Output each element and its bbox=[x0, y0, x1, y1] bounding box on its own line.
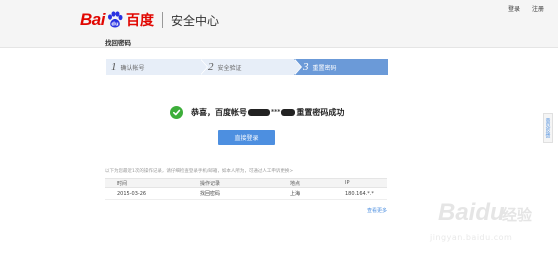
redacted-account-part bbox=[248, 109, 270, 116]
site-title: 安全中心 bbox=[170, 13, 219, 28]
watermark-url: jingyan.baidu.com bbox=[430, 233, 513, 242]
step-security-verify: 2 安全验证 bbox=[200, 59, 302, 75]
register-link[interactable]: 注册 bbox=[532, 4, 544, 13]
baidu-logo[interactable]: Bai du 百度 安全中心 bbox=[80, 10, 219, 30]
paw-icon: du bbox=[106, 11, 124, 29]
step-arrow bbox=[294, 59, 301, 75]
top-links: 登录 注册 bbox=[508, 4, 544, 13]
check-icon bbox=[170, 106, 183, 119]
step-reset-password: 3 重置密码 bbox=[294, 59, 388, 75]
cell-location: 上海 bbox=[290, 191, 301, 197]
success-middle: *** bbox=[271, 109, 281, 116]
success-message: 恭喜，百度帐号 *** 重置密码成功 bbox=[170, 106, 344, 119]
col-action: 操作记录 bbox=[200, 180, 221, 187]
baidu-jingyan-watermark: Baidu 经验 jingyan.baidu.com bbox=[418, 197, 548, 253]
step-label: 重置密码 bbox=[312, 64, 337, 72]
success-suffix: 重置密码成功 bbox=[296, 107, 345, 117]
direct-login-button[interactable]: 直接登录 bbox=[218, 130, 275, 145]
success-text: 恭喜，百度帐号 *** 重置密码成功 bbox=[191, 107, 344, 118]
cell-ip: 180.164.*.* bbox=[345, 190, 374, 197]
watermark-brand: Baidu bbox=[438, 199, 505, 226]
logo-text-du: 百度 bbox=[125, 13, 154, 29]
page-title: 找回密码 bbox=[105, 39, 131, 47]
cell-action: 找回密码 bbox=[200, 191, 221, 197]
step-label: 确认帐号 bbox=[120, 64, 145, 72]
logo-text-bai: Bai bbox=[80, 10, 105, 29]
col-time: 时间 bbox=[117, 180, 128, 187]
recent-activity-note: 以下为您最近1次的操作记录，请仔细检查登录手机/邮箱，如本人所为，可通过人工申诉… bbox=[105, 169, 294, 174]
col-location: 地点 bbox=[290, 180, 301, 187]
redacted-account-part bbox=[281, 109, 296, 116]
cell-time: 2015-03-26 bbox=[117, 190, 147, 197]
table-row: 2015-03-26 找回密码 上海 180.164.*.* bbox=[105, 188, 387, 200]
login-link[interactable]: 登录 bbox=[508, 4, 520, 13]
view-more-link[interactable]: 查看更多 bbox=[367, 207, 387, 214]
activity-table: 时间 操作记录 地点 IP 2015-03-26 找回密码 上海 180.164… bbox=[105, 178, 387, 200]
top-bar: Bai du 百度 安全中心 登录 注册 找回密码 bbox=[0, 0, 558, 48]
success-prefix: 恭喜，百度帐号 bbox=[191, 107, 247, 117]
step-confirm-account: 1 确认帐号 bbox=[106, 59, 208, 75]
feedback-tab[interactable]: 意见反馈 bbox=[543, 113, 553, 143]
step-number: 3 bbox=[303, 61, 309, 73]
svg-text:du: du bbox=[111, 22, 119, 28]
step-number: 1 bbox=[111, 61, 117, 73]
step-number: 2 bbox=[208, 61, 214, 73]
step-arrow bbox=[200, 59, 207, 75]
table-header: 时间 操作记录 地点 IP bbox=[105, 178, 387, 188]
progress-steps: 1 确认帐号 2 安全验证 3 重置密码 bbox=[106, 59, 388, 75]
watermark-sub: 经验 bbox=[502, 206, 533, 224]
step-label: 安全验证 bbox=[217, 64, 242, 72]
col-ip: IP bbox=[345, 180, 350, 186]
logo-divider bbox=[161, 12, 163, 28]
